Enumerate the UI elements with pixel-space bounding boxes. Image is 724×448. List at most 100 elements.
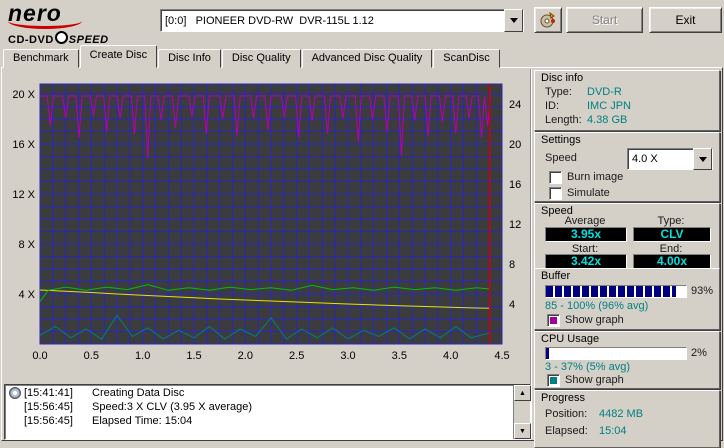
settings-group: Settings Speed 4.0 X Burn image Simulate <box>534 132 720 202</box>
write-speed-chart: 20 X 16 X 12 X 8 X 4 X 24 20 16 12 8 4 0.0 0.5 1.0 1.5… <box>12 83 521 362</box>
cpu-progress-bar <box>545 347 687 360</box>
burn-image-label: Burn image <box>567 171 624 183</box>
cpu-group: CPU Usage 2% 3 - 37% (5% avg) Show graph <box>534 331 720 389</box>
disc-length-value: 4.38 GB <box>587 114 628 126</box>
svg-text:8: 8 <box>509 259 515 271</box>
cpu-title: CPU Usage <box>541 333 600 345</box>
tab-disc-info[interactable]: Disc Info <box>158 49 221 68</box>
drive-select-value: [0:0] PIONEER DVD-RW DVR-115L 1.12 <box>165 14 374 27</box>
cpu-progress-fill <box>546 348 549 359</box>
svg-text:0.0: 0.0 <box>32 350 47 362</box>
position-label: Position: <box>545 408 588 420</box>
buffer-show-graph-label: Show graph <box>565 314 624 326</box>
event-log-list[interactable]: [15:41:41] Creating Data Disc [15:56:45]… <box>4 384 531 440</box>
drive-select[interactable]: [0:0] PIONEER DVD-RW DVR-115L 1.12 <box>160 9 524 32</box>
disc-type-value: DVD-R <box>587 86 622 98</box>
speed-end-value: 4.00x <box>633 254 711 269</box>
speed-average-value: 3.95x <box>545 227 627 242</box>
buffer-check-mark <box>550 317 557 324</box>
tab-scandisc[interactable]: ScanDisc <box>433 49 500 68</box>
buffer-percent: 93% <box>691 285 714 297</box>
svg-text:8 X: 8 X <box>18 239 35 251</box>
log-scrollbar[interactable]: ▲ ▼ <box>513 385 531 439</box>
log-text: Elapsed Time: 15:04 <box>92 415 193 427</box>
speed-type-value: CLV <box>633 227 711 242</box>
tab-benchmark[interactable]: Benchmark <box>3 49 79 68</box>
disc-length-label: Length: <box>545 114 582 126</box>
burn-image-checkbox[interactable] <box>549 171 562 184</box>
speed-group: Speed Average Type: 3.95x CLV Start: End… <box>534 203 720 269</box>
svg-text:20: 20 <box>509 139 521 151</box>
svg-text:4 X: 4 X <box>18 289 35 301</box>
buffer-range: 85 - 100% (96% avg) <box>545 300 649 312</box>
cpu-range: 3 - 37% (5% avg) <box>545 361 630 373</box>
log-disc-icon <box>9 387 24 399</box>
burn-disc-icon <box>540 12 555 28</box>
log-time: [15:56:45] <box>24 415 73 427</box>
nero-brand-text: nero <box>8 0 62 26</box>
svg-text:4.0: 4.0 <box>443 350 458 362</box>
drive-select-dropdown-button[interactable] <box>504 9 523 32</box>
chevron-down-icon <box>698 156 707 162</box>
svg-text:12 X: 12 X <box>12 189 35 201</box>
svg-text:0.5: 0.5 <box>84 350 99 362</box>
svg-text:2.0: 2.0 <box>238 350 253 362</box>
log-entry[interactable]: [15:56:45] Elapsed Time: 15:04 <box>6 414 513 428</box>
disc-id-value: IMC JPN <box>587 100 631 112</box>
cpu-show-graph-label: Show graph <box>565 374 624 386</box>
progress-title: Progress <box>541 392 586 404</box>
start-button[interactable]: Start <box>566 7 643 33</box>
buffer-progress-fill <box>546 286 677 297</box>
chevron-down-icon <box>509 18 518 23</box>
speed-select-dropdown-button[interactable] <box>693 148 712 170</box>
scroll-down-button[interactable]: ▼ <box>514 423 531 439</box>
simulate-checkbox[interactable] <box>549 187 562 200</box>
cd-dvd-speed-logo-text: CD-DVD SPEED <box>8 31 158 46</box>
speed-select-label: Speed <box>545 152 577 164</box>
tab-bar: Benchmark Create Disc Disc Info Disc Qua… <box>3 45 501 68</box>
svg-text:20 X: 20 X <box>12 89 35 101</box>
scroll-up-button[interactable]: ▲ <box>514 385 531 401</box>
svg-text:12: 12 <box>509 219 521 231</box>
svg-text:4: 4 <box>509 299 515 311</box>
svg-text:16 X: 16 X <box>12 139 35 151</box>
disc-type-label: Type: <box>545 86 572 98</box>
speed-select-value: 4.0 X <box>632 153 658 165</box>
simulate-label: Simulate <box>567 187 610 199</box>
nero-logo: nero CD-DVD SPEED <box>8 0 158 46</box>
elapsed-value: 15:04 <box>599 425 627 437</box>
tab-create-disc[interactable]: Create Disc <box>79 45 158 68</box>
log-time: [15:56:45] <box>24 401 73 413</box>
log-entry[interactable]: [15:56:45] Speed:3 X CLV (3.95 X average… <box>6 400 513 414</box>
exit-button[interactable]: Exit <box>649 7 722 33</box>
buffer-progress-bar <box>545 285 687 298</box>
tab-disc-quality[interactable]: Disc Quality <box>221 49 301 68</box>
speed-start-value: 3.42x <box>545 254 627 269</box>
progress-group: Progress Position: 4482 MB Elapsed: 15:0… <box>534 390 720 448</box>
buffer-title: Buffer <box>541 270 571 282</box>
log-time: [15:41:41] <box>24 387 73 399</box>
position-value: 4482 MB <box>599 408 644 420</box>
svg-text:1.0: 1.0 <box>135 350 150 362</box>
elapsed-label: Elapsed: <box>545 425 588 437</box>
log-text: Creating Data Disc <box>92 387 185 399</box>
svg-text:4.5: 4.5 <box>494 350 509 362</box>
cpu-show-graph-checkbox[interactable] <box>547 374 560 387</box>
logo-cddvd-text: CD-DVD <box>8 34 54 46</box>
svg-text:3.5: 3.5 <box>392 350 407 362</box>
log-entry[interactable]: [15:41:41] Creating Data Disc <box>6 386 513 400</box>
buffer-show-graph-checkbox[interactable] <box>547 314 560 327</box>
buffer-group: Buffer 93% 85 - 100% (96% avg) Show grap… <box>534 268 720 330</box>
cpu-check-mark <box>550 377 557 384</box>
speed-select[interactable]: 4.0 X <box>627 148 713 170</box>
burn-disc-button[interactable] <box>534 7 562 33</box>
disc-info-title: Disc info <box>541 72 584 84</box>
svg-text:16: 16 <box>509 179 521 191</box>
svg-text:3.0: 3.0 <box>340 350 355 362</box>
log-text: Speed:3 X CLV (3.95 X average) <box>92 401 253 413</box>
tab-advanced-disc-quality[interactable]: Advanced Disc Quality <box>301 49 433 68</box>
disc-info-group: Disc info Type: DVD-R ID: IMC JPN Length… <box>534 70 720 131</box>
svg-text:1.5: 1.5 <box>186 350 201 362</box>
svg-text:24: 24 <box>509 99 521 111</box>
disc-id-label: ID: <box>545 100 560 112</box>
